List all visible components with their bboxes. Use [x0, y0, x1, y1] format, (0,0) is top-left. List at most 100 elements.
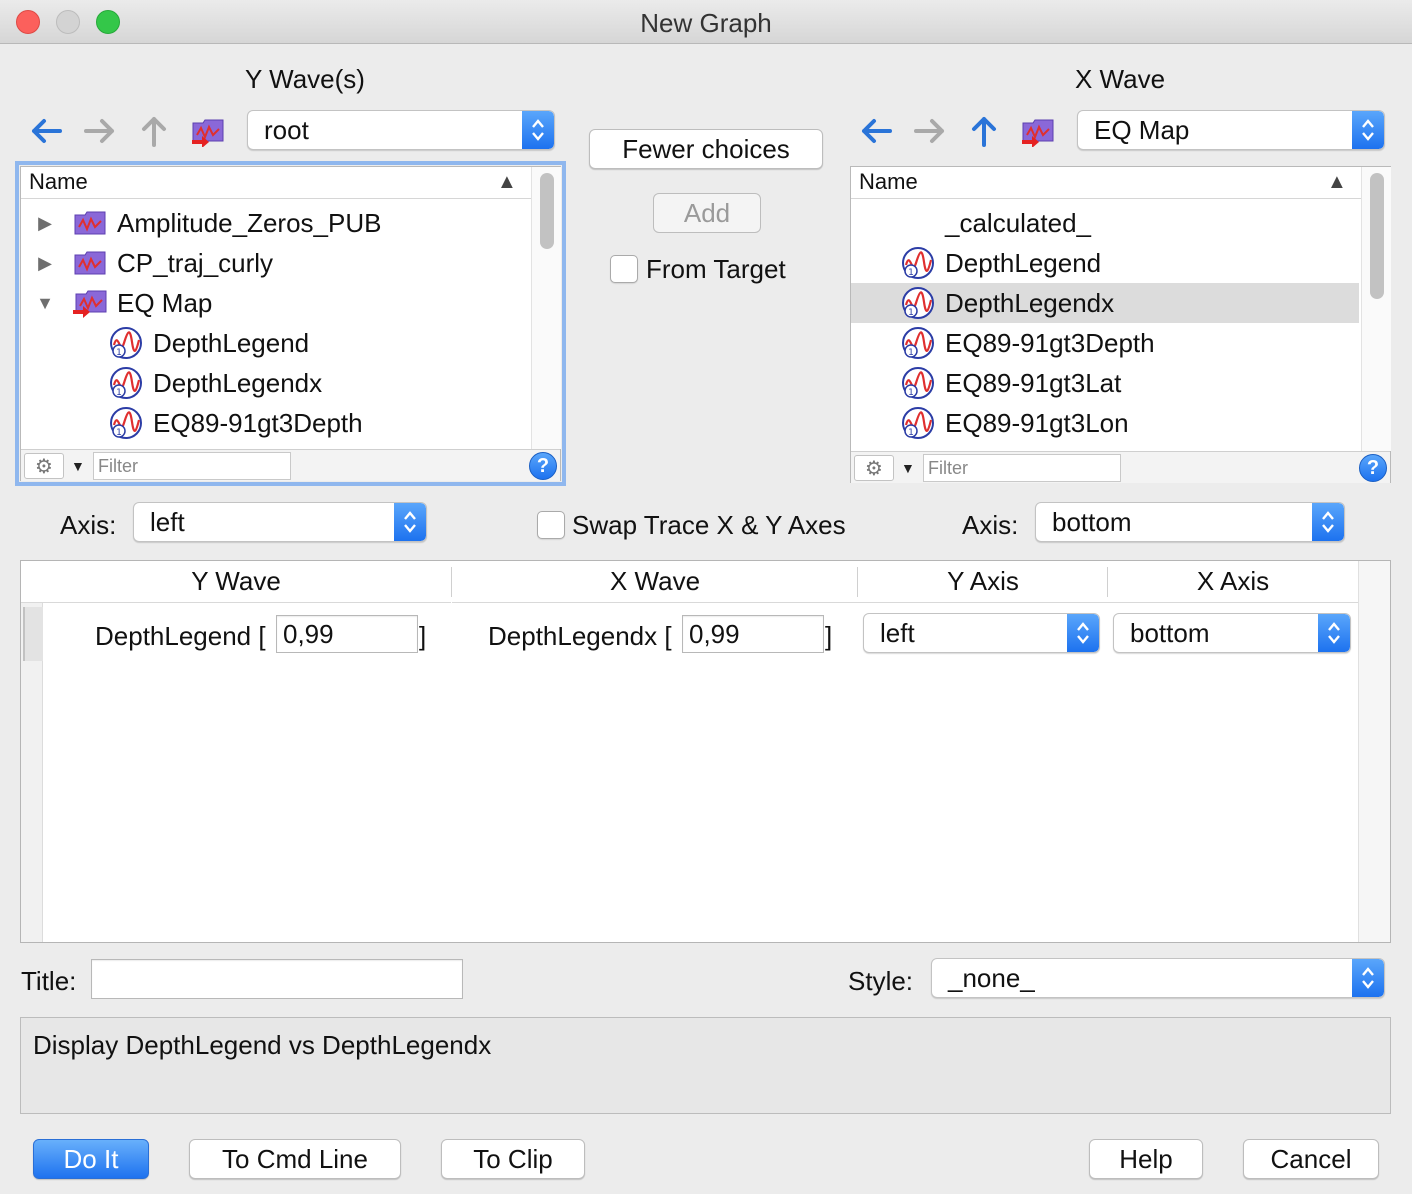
cancel-button[interactable]: Cancel — [1243, 1139, 1379, 1179]
gear-icon[interactable]: ⚙ — [854, 455, 894, 481]
y-folder-popup-value: root — [264, 114, 309, 145]
wave-row[interactable]: 1 EQ89-91gt3Lon — [851, 403, 1359, 443]
y-axis-column-header[interactable]: Y Axis — [858, 561, 1108, 603]
gear-icon[interactable]: ⚙ — [24, 453, 64, 479]
folder-row[interactable]: ▶ CP_traj_curly — [21, 243, 529, 283]
row-y-axis-value: left — [880, 617, 915, 648]
browser-footer: ⚙ ▼ Filter ? — [851, 451, 1390, 483]
name-column-header[interactable]: Name ▲ — [851, 167, 1361, 199]
x-folder-popup-value: EQ Map — [1094, 114, 1190, 145]
scrollbar-thumb[interactable] — [1370, 173, 1384, 299]
up-arrow-icon[interactable] — [136, 113, 172, 149]
disclosure-collapsed-icon[interactable]: ▶ — [35, 253, 55, 274]
row-label: DepthLegend — [153, 327, 310, 358]
add-button[interactable]: Add — [653, 193, 761, 233]
chevron-updown-icon — [1318, 614, 1350, 652]
dropdown-triangle-icon[interactable]: ▼ — [71, 458, 85, 474]
y-waves-heading: Y Wave(s) — [245, 64, 365, 94]
wave-icon: 1 — [901, 406, 935, 440]
help-icon[interactable]: ? — [1359, 454, 1387, 482]
set-current-folder-icon[interactable] — [1020, 113, 1056, 149]
wave-row[interactable]: 1 EQ89-91gt3Depth — [851, 323, 1359, 363]
wave-row[interactable]: 1 EQ89-91gt3Lat — [851, 363, 1359, 403]
name-column-header[interactable]: Name ▲ — [21, 167, 531, 199]
y-axis-popup-value: left — [150, 506, 185, 537]
trace-table[interactable]: Y Wave X Wave Y Axis X Axis DepthLegend … — [20, 560, 1391, 943]
chevron-updown-icon — [1067, 614, 1099, 652]
from-target-label: From Target — [646, 254, 786, 284]
chevron-updown-icon — [1352, 111, 1384, 149]
from-target-checkbox[interactable] — [610, 255, 638, 283]
x-axis-popup[interactable]: bottom — [1035, 502, 1345, 542]
wave-row[interactable]: 1 DepthLegendx — [851, 283, 1359, 323]
up-arrow-icon[interactable] — [966, 113, 1002, 149]
wave-row[interactable]: 1 DepthLegend — [851, 243, 1359, 283]
blank-icon — [901, 206, 935, 240]
title-input[interactable] — [91, 959, 463, 999]
svg-text:1: 1 — [908, 428, 914, 438]
folder-row[interactable]: ▼ EQ Map — [21, 283, 529, 323]
forward-arrow-icon[interactable] — [82, 113, 118, 149]
x-axis-label: Axis: — [962, 510, 1019, 540]
scrollbar-thumb[interactable] — [540, 173, 554, 249]
x-range-input[interactable]: 0,99 — [682, 615, 824, 653]
style-popup[interactable]: _none_ — [931, 958, 1385, 998]
row-label: EQ89-91gt3Lat — [945, 367, 1122, 398]
help-icon[interactable]: ? — [529, 452, 557, 480]
x-axis-column-header[interactable]: X Axis — [1108, 561, 1358, 603]
wave-icon: 1 — [901, 246, 935, 280]
vertical-scrollbar[interactable] — [1361, 167, 1391, 451]
name-column-label: Name — [29, 169, 88, 194]
row-label: Amplitude_Zeros_PUB — [117, 207, 382, 238]
dropdown-triangle-icon[interactable]: ▼ — [901, 460, 915, 476]
row-label: _calculated_ — [945, 207, 1091, 238]
back-arrow-icon[interactable] — [858, 113, 894, 149]
y-range-input[interactable]: 0,99 — [276, 615, 418, 653]
folder-row[interactable]: ▶ Amplitude_Zeros_PUB — [21, 203, 529, 243]
command-preview-text: Display DepthLegend vs DepthLegendx — [33, 1030, 492, 1060]
disclosure-collapsed-icon[interactable]: ▶ — [35, 213, 55, 234]
row-label: DepthLegendx — [945, 287, 1115, 318]
x-range-close-bracket: ] — [825, 621, 833, 651]
y-axis-popup[interactable]: left — [133, 502, 427, 542]
row-label: CP_traj_curly — [117, 247, 274, 278]
x-folder-popup[interactable]: EQ Map — [1077, 110, 1385, 150]
to-clip-button[interactable]: To Clip — [441, 1139, 585, 1179]
row-selector[interactable] — [23, 607, 43, 661]
y-wave-column-header[interactable]: Y Wave — [21, 561, 451, 603]
y-axis-label: Axis: — [60, 510, 117, 540]
back-arrow-icon[interactable] — [28, 113, 64, 149]
table-scroll-gutter — [1358, 561, 1390, 942]
filter-input[interactable]: Filter — [93, 452, 291, 480]
row-x-axis-popup[interactable]: bottom — [1113, 613, 1351, 653]
filter-input[interactable]: Filter — [923, 454, 1121, 482]
swap-axes-checkbox[interactable] — [537, 511, 565, 539]
svg-text:1: 1 — [116, 428, 122, 438]
wave-row[interactable]: 1 DepthLegendx — [21, 363, 529, 403]
sort-ascending-icon: ▲ — [1327, 171, 1347, 193]
wave-row[interactable]: 1 EQ89-91gt3Depth — [21, 403, 529, 443]
to-cmd-line-button[interactable]: To Cmd Line — [189, 1139, 401, 1179]
disclosure-expanded-icon[interactable]: ▼ — [35, 293, 55, 314]
forward-arrow-icon[interactable] — [912, 113, 948, 149]
y-folder-popup[interactable]: root — [247, 110, 555, 150]
svg-text:1: 1 — [908, 308, 914, 318]
vertical-scrollbar[interactable] — [531, 167, 561, 449]
y-range-close-bracket: ] — [419, 621, 427, 651]
fewer-choices-button[interactable]: Fewer choices — [589, 129, 823, 169]
x-wave-browser[interactable]: Name ▲ _calculated_ 1 DepthLegend 1 DepthLeg… — [850, 166, 1391, 483]
y-wave-browser[interactable]: Name ▲ ▶ Amplitude_Zeros_PUB ▶ CP_traj_curl… — [15, 161, 566, 486]
wave-icon: 1 — [901, 286, 935, 320]
y-wave-name: DepthLegend [ — [95, 621, 266, 651]
help-button[interactable]: Help — [1089, 1139, 1203, 1179]
set-current-folder-icon[interactable] — [190, 113, 226, 149]
chevron-updown-icon — [1352, 959, 1384, 997]
wave-row[interactable]: _calculated_ — [851, 203, 1359, 243]
wave-row[interactable]: 1 DepthLegend — [21, 323, 529, 363]
row-label: EQ89-91gt3Depth — [945, 327, 1155, 358]
svg-text:1: 1 — [908, 348, 914, 358]
x-wave-column-header[interactable]: X Wave — [452, 561, 858, 603]
row-y-axis-popup[interactable]: left — [863, 613, 1100, 653]
x-axis-popup-value: bottom — [1052, 506, 1132, 537]
do-it-button[interactable]: Do It — [33, 1139, 149, 1179]
